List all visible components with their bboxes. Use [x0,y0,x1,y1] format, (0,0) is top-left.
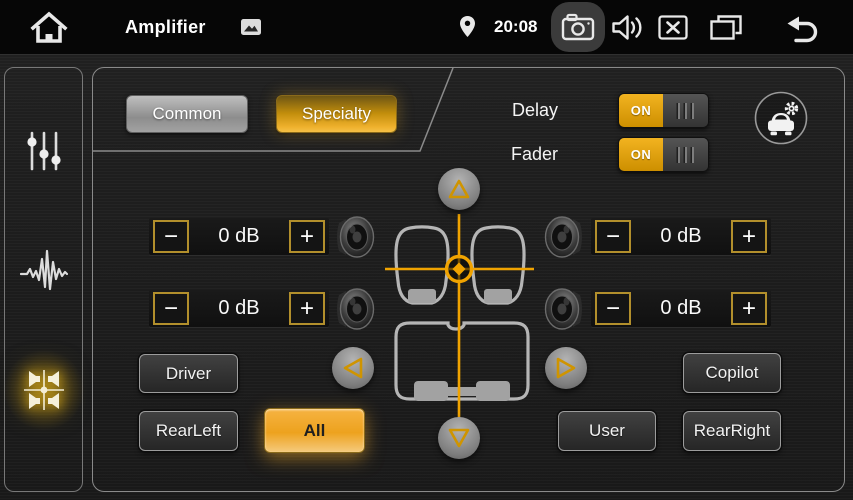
fader-toggle-handle [663,138,708,171]
gain-rear-left: − 0 dB + [149,290,329,327]
waveform-icon [20,247,68,293]
gain-front-left-plus-button[interactable]: + [289,220,325,253]
gain-rear-right-plus-button[interactable]: + [731,292,767,325]
clock: 20:08 [494,0,537,54]
gain-front-left: − 0 dB + [149,218,329,255]
volume-button[interactable] [611,14,644,41]
close-window-icon [658,15,688,40]
recent-apps-button[interactable] [709,14,743,41]
gain-rear-left-minus-button[interactable]: − [153,292,189,325]
sidebar [4,67,83,492]
fader-panel: Common Specialty Delay ON Fader ON [92,67,845,492]
zone-driver-button[interactable]: Driver [139,354,238,393]
gain-rear-right-minus-button[interactable]: − [595,292,631,325]
delay-label: Delay [423,92,558,128]
arrow-up-icon [446,177,472,201]
gain-front-left-value: 0 dB [189,218,289,255]
tab-specialty[interactable]: Specialty [276,95,397,133]
balance-right-button[interactable] [545,347,587,389]
balance-left-button[interactable] [332,347,374,389]
balance-up-button[interactable] [438,168,480,210]
back-button[interactable] [781,14,821,43]
close-app-button[interactable] [658,15,688,40]
car-settings-icon [753,90,809,146]
zone-rearleft-button[interactable]: RearLeft [139,411,238,451]
home-button[interactable] [28,10,70,44]
zone-all-button[interactable]: All [264,408,365,453]
back-icon [781,14,821,43]
location-icon [459,15,476,38]
speaker-front-left-icon [333,215,375,259]
fader-balance-icon [21,367,67,413]
gain-front-right-minus-button[interactable]: − [595,220,631,253]
gain-front-right: − 0 dB + [591,218,771,255]
gain-rear-left-plus-button[interactable]: + [289,292,325,325]
page-title: Amplifier [125,0,206,54]
image-icon [241,19,261,35]
fader-toggle[interactable]: ON [618,137,709,172]
arrow-down-icon [446,426,472,450]
gain-rear-left-value: 0 dB [189,290,289,327]
status-bar: Amplifier 20:08 [0,0,853,55]
car-settings-button[interactable] [753,90,809,146]
gain-front-left-minus-button[interactable]: − [153,220,189,253]
screenshot-button[interactable] [551,2,605,52]
tab-common[interactable]: Common [126,95,248,133]
app-background: Amplifier 20:08 [0,0,853,500]
sidebar-item-equalizer[interactable] [15,122,73,180]
recent-apps-icon [709,14,743,41]
sidebar-item-sound-effect[interactable] [15,241,73,299]
balance-crosshair[interactable] [381,206,541,431]
volume-icon [611,14,644,41]
camera-icon [561,12,595,42]
arrow-left-icon [341,355,365,381]
home-icon [28,10,70,44]
gain-front-right-plus-button[interactable]: + [731,220,767,253]
delay-toggle[interactable]: ON [618,93,709,128]
arrow-right-icon [554,355,578,381]
gain-front-right-value: 0 dB [631,218,731,255]
gain-rear-right-value: 0 dB [631,290,731,327]
gain-rear-right: − 0 dB + [591,290,771,327]
speaker-rear-left-icon [333,287,375,331]
delay-toggle-handle [663,94,708,127]
delay-toggle-state: ON [619,94,663,127]
balance-down-button[interactable] [438,417,480,459]
zone-rearright-button[interactable]: RearRight [683,411,781,451]
fader-label: Fader [423,136,558,172]
speaker-front-right-icon [544,215,586,259]
sidebar-item-fader-balance[interactable] [15,361,73,419]
speaker-rear-right-icon [544,287,586,331]
fader-toggle-state: ON [619,138,663,171]
zone-copilot-button[interactable]: Copilot [683,353,781,393]
zone-user-button[interactable]: User [558,411,656,451]
equalizer-icon [24,131,64,171]
